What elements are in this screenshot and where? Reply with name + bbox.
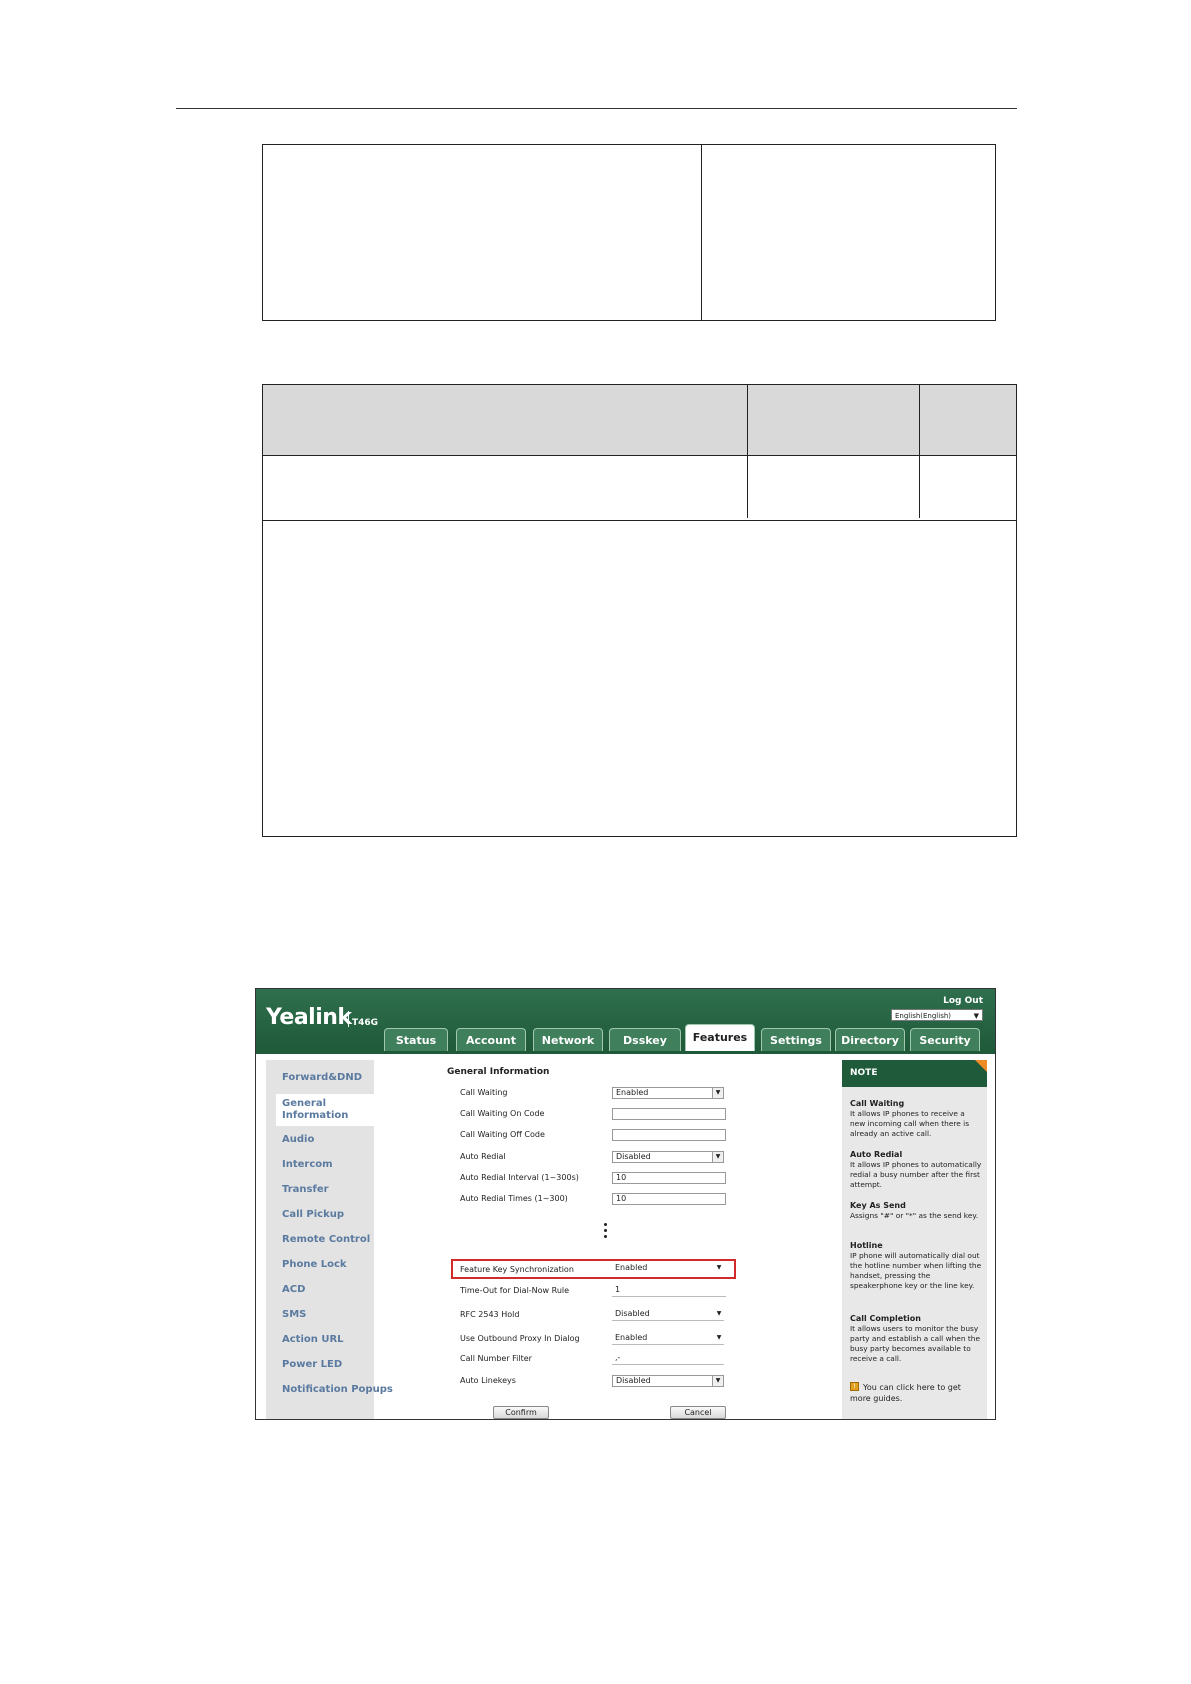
dial-now-timeout-input[interactable]: 1 bbox=[612, 1285, 726, 1297]
field-label: Auto Redial Times (1~300) bbox=[460, 1194, 568, 1203]
sidebar-item-forward-dnd[interactable]: Forward&DND bbox=[282, 1072, 362, 1083]
logo-separator bbox=[348, 1011, 349, 1027]
sidebar-item-intercom[interactable]: Intercom bbox=[282, 1159, 333, 1170]
field-label: Auto Redial bbox=[460, 1152, 506, 1161]
note-entry-title: Call Completion bbox=[850, 1314, 921, 1323]
note-entry-title: Key As Send bbox=[850, 1201, 906, 1210]
chevron-down-icon: ▼ bbox=[712, 1088, 723, 1098]
tab-directory[interactable]: Directory bbox=[835, 1028, 905, 1051]
field-label: Call Waiting On Code bbox=[460, 1109, 545, 1118]
chevron-down-icon: ▼ bbox=[716, 1310, 722, 1317]
section-title: General Information bbox=[447, 1067, 550, 1077]
chevron-down-icon: ▼ bbox=[716, 1264, 722, 1271]
note-corner-decoration bbox=[975, 1060, 987, 1072]
table-header-row bbox=[263, 385, 1016, 455]
field-label: Call Waiting bbox=[460, 1088, 508, 1097]
sidebar-item-phone-lock[interactable]: Phone Lock bbox=[282, 1259, 347, 1270]
table-header-divider bbox=[263, 455, 1016, 456]
confirm-button[interactable]: Confirm bbox=[493, 1406, 549, 1419]
sidebar-item-audio[interactable]: Audio bbox=[282, 1134, 314, 1145]
chevron-down-icon: ▼ bbox=[973, 1012, 979, 1020]
field-label: Use Outbound Proxy In Dialog bbox=[460, 1334, 580, 1343]
page-header-rule bbox=[176, 108, 1017, 109]
tab-underline bbox=[256, 1051, 995, 1054]
note-entry-body: It allows IP phones to automatically red… bbox=[850, 1160, 982, 1189]
tab-settings[interactable]: Settings bbox=[761, 1028, 831, 1051]
tab-security[interactable]: Security bbox=[910, 1028, 980, 1051]
tab-features[interactable]: Features bbox=[685, 1024, 755, 1051]
call-number-filter-input[interactable]: ,- bbox=[612, 1353, 724, 1365]
field-label: RFC 2543 Hold bbox=[460, 1310, 520, 1319]
note-entry-title: Call Waiting bbox=[850, 1099, 905, 1108]
more-guides-link[interactable]: You can click here to get more guides. bbox=[850, 1382, 982, 1404]
sidebar-item-transfer[interactable]: Transfer bbox=[282, 1184, 329, 1195]
logout-link[interactable]: Log Out bbox=[943, 996, 983, 1006]
sidebar: Forward&DND General Information Audio In… bbox=[266, 1060, 393, 1419]
outbound-proxy-select[interactable]: Enabled ▼ bbox=[612, 1333, 724, 1345]
note-entry-body: Assigns "#" or "*" as the send key. bbox=[850, 1211, 979, 1220]
field-label: Call Waiting Off Code bbox=[460, 1130, 545, 1139]
sidebar-item-call-pickup[interactable]: Call Pickup bbox=[282, 1209, 344, 1220]
field-label: Call Number Filter bbox=[460, 1354, 532, 1363]
tab-network[interactable]: Network bbox=[533, 1028, 603, 1051]
sidebar-item-action-url[interactable]: Action URL bbox=[282, 1334, 344, 1345]
note-entry-body: It allows users to monitor the busy part… bbox=[850, 1324, 981, 1363]
chevron-down-icon: ▼ bbox=[712, 1152, 723, 1162]
rfc2543-hold-select[interactable]: Disabled ▼ bbox=[612, 1309, 724, 1321]
auto-redial-interval-input[interactable]: 10 bbox=[612, 1172, 726, 1184]
yealink-logo: Yealink bbox=[266, 1005, 352, 1030]
note-title: NOTE bbox=[842, 1060, 987, 1087]
field-label: Auto Linekeys bbox=[460, 1376, 516, 1385]
sidebar-item-power-led[interactable]: Power LED bbox=[282, 1359, 342, 1370]
tab-status[interactable]: Status bbox=[384, 1028, 448, 1051]
field-label: Auto Redial Interval (1~300s) bbox=[460, 1173, 579, 1182]
phone-model: T46G bbox=[352, 1018, 379, 1028]
note-entry-body: It allows IP phones to receive a new inc… bbox=[850, 1109, 970, 1138]
table-top bbox=[262, 144, 996, 321]
auto-linekeys-select[interactable]: Disabled ▼ bbox=[612, 1375, 724, 1387]
field-label: Feature Key Synchronization bbox=[460, 1265, 574, 1274]
sidebar-item-acd[interactable]: ACD bbox=[282, 1284, 305, 1295]
sidebar-item-sms[interactable]: SMS bbox=[282, 1309, 306, 1320]
note-entry-body: IP phone will automatically dial out the… bbox=[850, 1251, 982, 1290]
call-waiting-off-code-input[interactable] bbox=[612, 1129, 726, 1141]
field-label: Time-Out for Dial-Now Rule bbox=[460, 1286, 570, 1295]
sidebar-item-notification-popups[interactable]: Notification Popups bbox=[282, 1384, 393, 1395]
chevron-down-icon: ▼ bbox=[712, 1376, 723, 1386]
table-top-column-divider bbox=[701, 145, 702, 320]
table-column-divider-1 bbox=[747, 385, 748, 518]
ellipsis-vertical-icon bbox=[604, 1223, 610, 1241]
tab-dsskey[interactable]: Dsskey bbox=[609, 1028, 681, 1051]
sidebar-item-remote-control[interactable]: Remote Control bbox=[282, 1234, 370, 1245]
note-entry-title: Auto Redial bbox=[850, 1150, 903, 1159]
top-bar: Yealink T46G Log Out English(English) ▼ S… bbox=[256, 989, 995, 1051]
table-column-divider-2 bbox=[919, 385, 920, 518]
sidebar-item-general-information[interactable]: General Information bbox=[276, 1094, 380, 1126]
table-row-divider bbox=[263, 520, 1016, 521]
web-ui-screenshot: Yealink T46G Log Out English(English) ▼ S… bbox=[255, 988, 996, 1420]
language-select[interactable]: English(English) ▼ bbox=[891, 1009, 983, 1021]
note-entry-title: Hotline bbox=[850, 1241, 883, 1250]
call-waiting-on-code-input[interactable] bbox=[612, 1108, 726, 1120]
auto-redial-select[interactable]: Disabled ▼ bbox=[612, 1151, 724, 1163]
feature-key-sync-select[interactable]: Enabled ▼ bbox=[612, 1263, 724, 1275]
tab-account[interactable]: Account bbox=[456, 1028, 526, 1051]
chevron-down-icon: ▼ bbox=[716, 1334, 722, 1341]
table-parameters bbox=[262, 384, 1017, 837]
cancel-button[interactable]: Cancel bbox=[670, 1406, 726, 1419]
call-waiting-select[interactable]: Enabled ▼ bbox=[612, 1087, 724, 1099]
note-panel: NOTE Call Waiting It allows IP phones to… bbox=[842, 1060, 987, 1419]
auto-redial-times-input[interactable]: 10 bbox=[612, 1193, 726, 1205]
